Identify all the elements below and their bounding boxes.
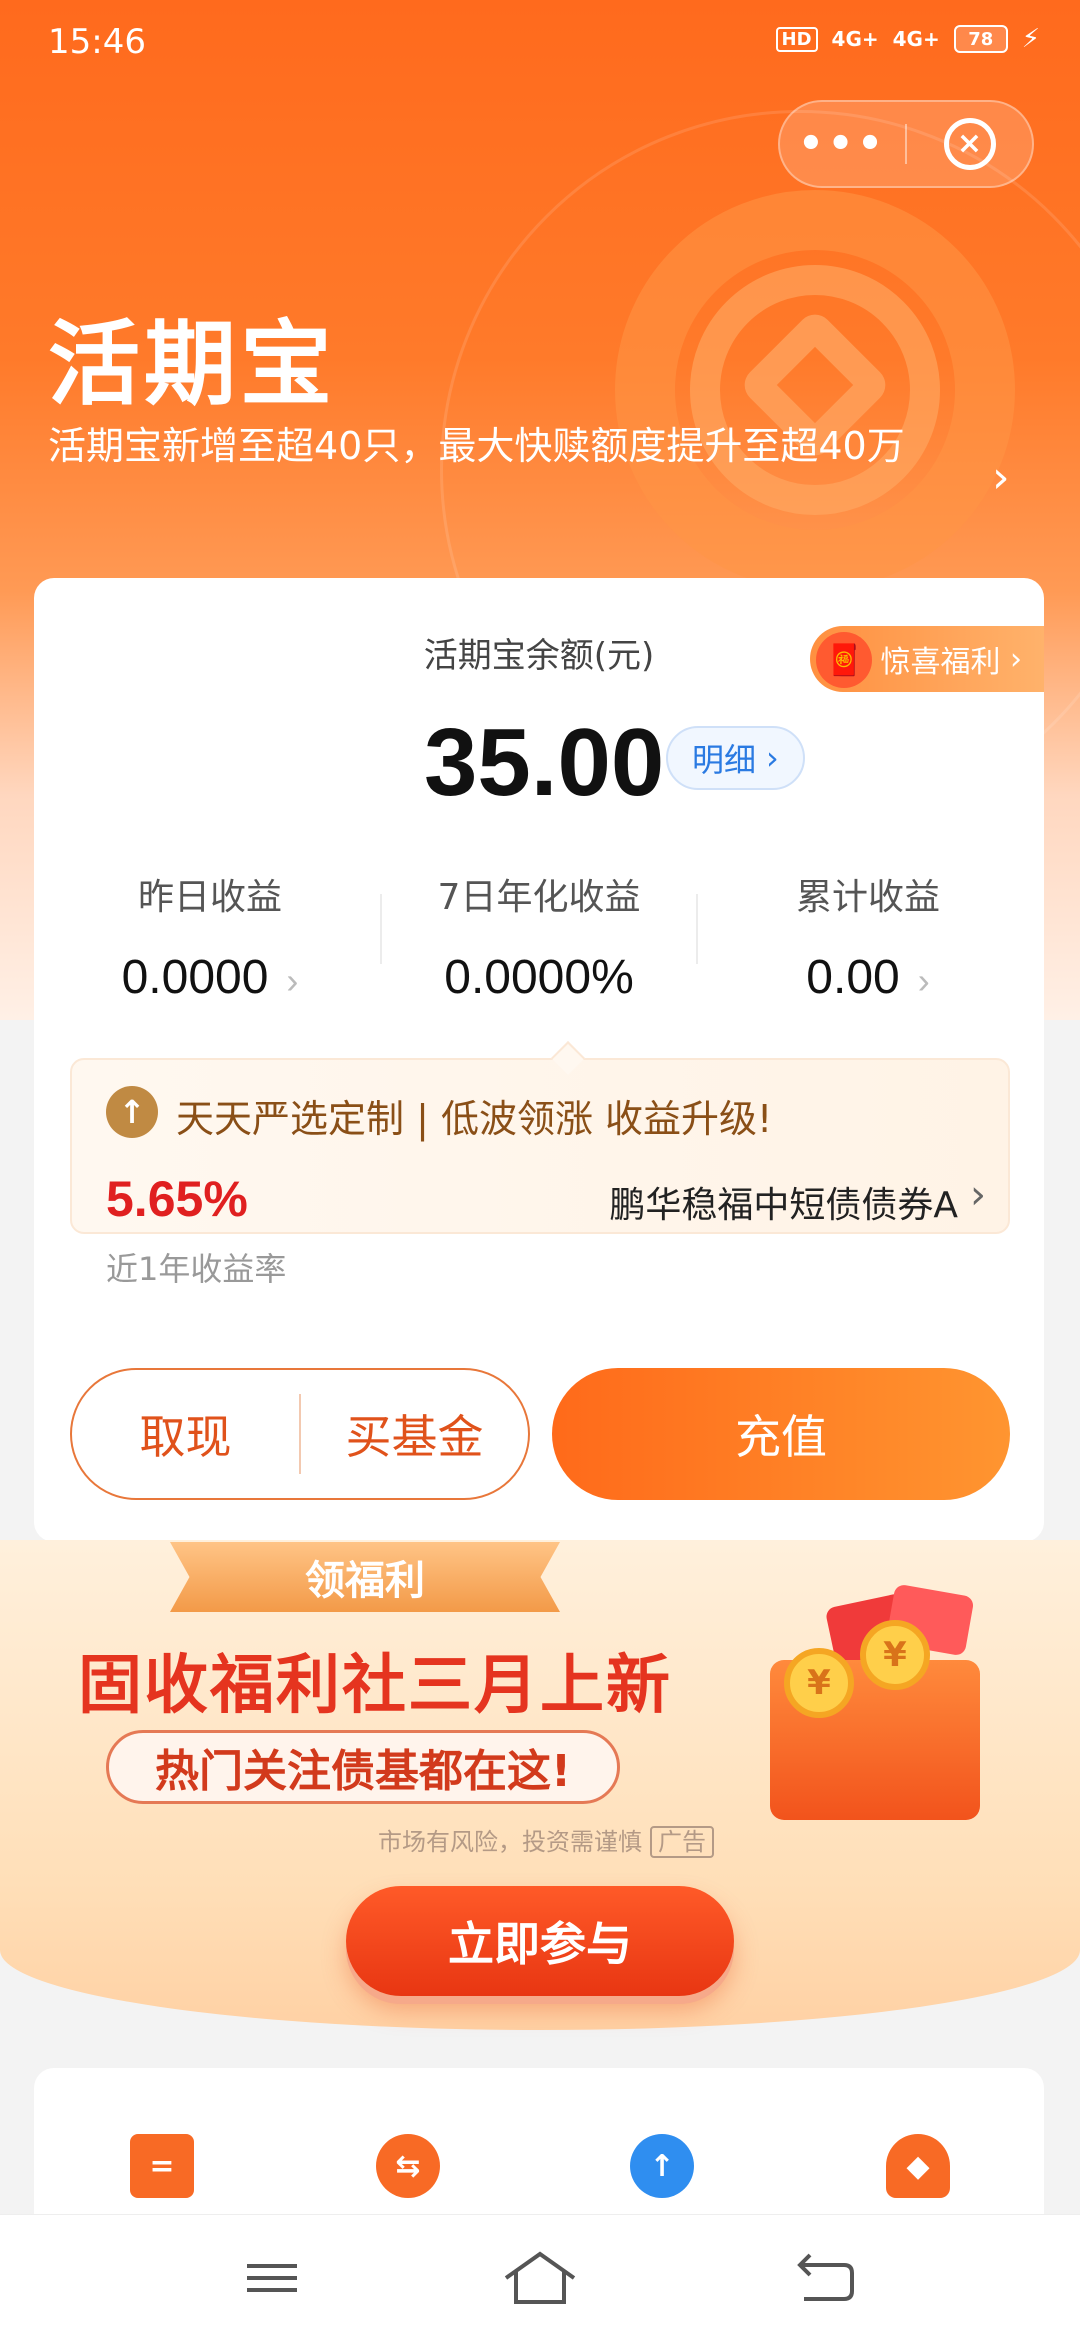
buy-fund-button[interactable]: 买基金 [301, 1401, 528, 1467]
ad-tag: 广告 [650, 1826, 714, 1858]
arrow-up-icon: ↑ [106, 1086, 158, 1138]
back-icon[interactable] [786, 2245, 866, 2311]
stat-label: 累计收益 [795, 877, 940, 918]
close-circle-icon: × [943, 118, 996, 170]
stat-value: 0.00 › [806, 951, 930, 1004]
close-button[interactable]: × [907, 102, 1032, 186]
withdraw-buy-group: 取现 买基金 [70, 1368, 530, 1500]
stat-value: 0.0000% [444, 951, 634, 1004]
withdraw-button[interactable]: 取现 [72, 1401, 299, 1467]
miniapp-capsule: ••• × [778, 100, 1034, 188]
stat-label: 昨日收益 [137, 877, 282, 918]
chevron-right-icon: › [970, 1172, 986, 1218]
home-icon[interactable] [500, 2245, 580, 2311]
clipboard-icon[interactable]: = [130, 2134, 194, 2198]
menu-icon[interactable] [232, 2245, 312, 2311]
chevron-right-icon: › [917, 960, 930, 1001]
seven-day-yield: 7日年化收益 0.0000% [379, 868, 699, 1005]
total-earnings[interactable]: 累计收益 0.00 › [708, 868, 1028, 1005]
chevron-right-icon: › [1000, 641, 1022, 677]
promo-title: 天天严选定制 | 低波领涨 收益升级! [176, 1097, 773, 1141]
promo-rate-label: 近1年收益率 [106, 1250, 287, 1288]
coin-icon: ¥ [784, 1648, 854, 1718]
hd-icon: HD [775, 26, 818, 52]
more-dots-icon[interactable]: ••• [780, 102, 905, 186]
page-title: 活期宝 [48, 311, 337, 418]
balance-amount: 35.00 [424, 709, 665, 816]
stat-divider [696, 894, 698, 964]
yesterday-earnings[interactable]: 昨日收益 0.0000 › [50, 868, 370, 1005]
banner-subtitle: 热门关注债基都在这! [106, 1730, 620, 1804]
detail-label: 明细 [692, 741, 757, 779]
exchange-icon[interactable]: ⇆ [376, 2134, 440, 2198]
status-time: 15:46 [48, 22, 146, 62]
coin-icon-2: ¥ [860, 1620, 930, 1690]
announcement-text[interactable]: 活期宝新增至超40只，最大快赎额度提升至超40万 [48, 420, 978, 472]
battery-icon: 78 [953, 25, 1008, 53]
fund-promo-card[interactable]: ↑ 天天严选定制 | 低波领涨 收益升级! 5.65% 近1年收益率 鹏华稳福中… [70, 1041, 1010, 1288]
promo-fund-name: 鹏华稳福中短债债券A [609, 1185, 958, 1226]
chevron-right-icon[interactable]: › [992, 452, 1010, 503]
banner-ribbon: 领福利 [170, 1542, 560, 1612]
join-now-button[interactable]: 立即参与 [346, 1886, 734, 1996]
banner-title: 固收福利社三月上新 [78, 1649, 672, 1723]
chevron-right-icon: › [766, 739, 779, 777]
stat-value: 0.0000 › [121, 951, 299, 1004]
gift-box-illustration: ¥ ¥ [760, 1580, 990, 1820]
balance-card: 活期宝余额(元) 🧧 惊喜福利 › 35.00 明细 › 昨日收益 0.0000… [34, 578, 1044, 1542]
signal-icon: 4G+ [831, 27, 879, 51]
promo-rate: 5.65% [106, 1171, 248, 1227]
stat-label: 7日年化收益 [437, 877, 641, 918]
charging-icon: ⚡ [1021, 24, 1040, 54]
detail-button[interactable]: 明细 › [666, 726, 805, 790]
chevron-right-icon: › [286, 960, 299, 1001]
surprise-benefit-button[interactable]: 🧧 惊喜福利 › [810, 626, 1044, 692]
hand-coin-icon[interactable]: ◆ [886, 2134, 950, 2198]
recharge-button[interactable]: 充值 [552, 1368, 1010, 1500]
signal-icon-2: 4G+ [892, 27, 940, 51]
alarm-clock-icon[interactable]: ↑ [630, 2134, 694, 2198]
system-nav-bar [0, 2214, 1080, 2340]
status-bar: 15:46 HD 4G+ 4G+ 78 ⚡ [0, 0, 1080, 84]
status-icons: HD 4G+ 4G+ 78 ⚡ [775, 24, 1040, 54]
surprise-benefit-label: 惊喜福利 [880, 645, 1001, 680]
red-envelope-icon: 🧧 [816, 632, 873, 688]
promo-notch [551, 1041, 585, 1075]
risk-disclaimer: 市场有风险，投资需谨慎 广告 [378, 1822, 714, 1858]
